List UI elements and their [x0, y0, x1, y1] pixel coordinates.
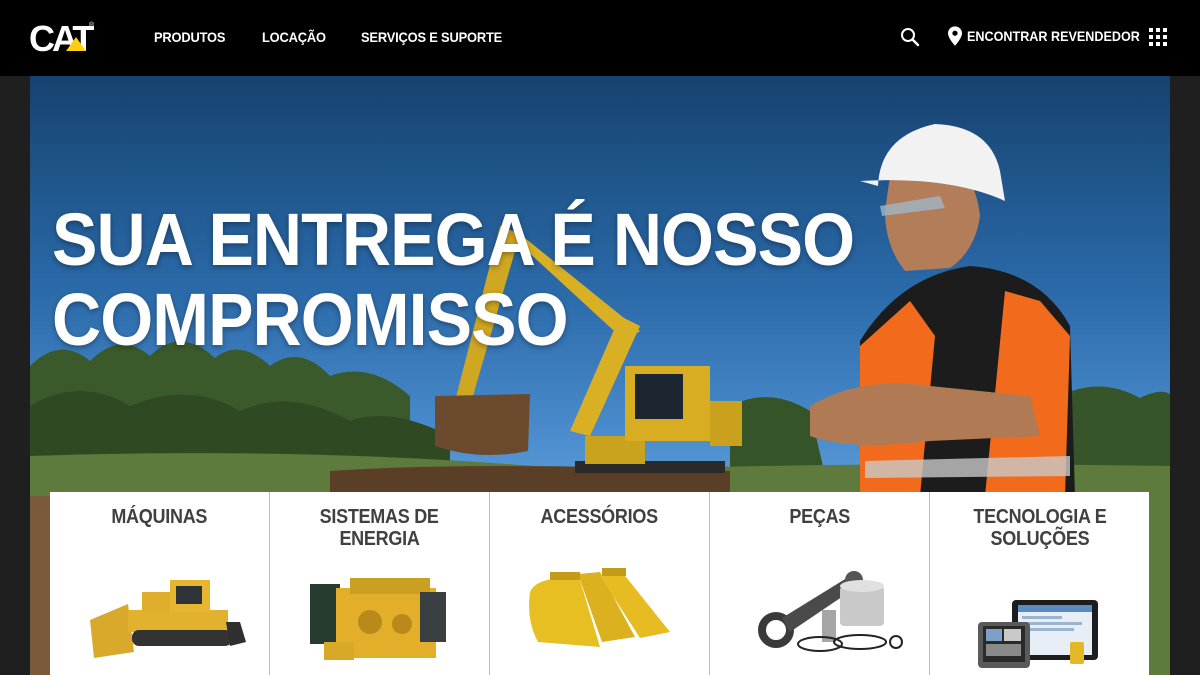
search-icon[interactable] [898, 25, 922, 49]
grid-icon[interactable] [1149, 28, 1167, 46]
bulldozer-image [90, 580, 246, 658]
find-dealer-label: ENCONTRAR REVENDEDOR [967, 28, 1140, 44]
category-card-acessorios[interactable]: ACESSÓRIOS [490, 492, 710, 675]
registered-mark: ® [89, 21, 95, 29]
hero-headline-line-2: COMPROMISSO [52, 278, 569, 361]
map-pin-icon [948, 26, 962, 46]
main-nav: PRODUTOS LOCAÇÃO SERVIÇOS E SUPORTE [154, 29, 514, 45]
hero-headline-line-1: SUA ENTREGA É NOSSO [52, 198, 855, 281]
nav-item-produtos[interactable]: PRODUTOS [154, 29, 225, 45]
piston-image [758, 571, 903, 652]
hero-headline: SUA ENTREGA É NOSSO COMPROMISSO [52, 200, 872, 360]
cat-logo[interactable]: CAT ® [29, 17, 97, 57]
nav-item-locacao[interactable]: LOCAÇÃO [262, 29, 326, 45]
tablets-image [978, 600, 1098, 668]
nav-item-servicos-e-suporte[interactable]: SERVIÇOS E SUPORTE [361, 29, 502, 45]
category-cards: MÁQUINAS SISTEMAS DEENERGIA ACESSÓRIOS [50, 492, 1149, 675]
buckets-image [529, 568, 670, 647]
category-card-pecas[interactable]: PEÇAS [710, 492, 930, 675]
top-navigation-bar: CAT ® PRODUTOS LOCAÇÃO SERVIÇOS E SUPORT… [0, 0, 1200, 76]
category-card-sistemas-de-energia[interactable]: SISTEMAS DE ENERGIA [270, 492, 490, 675]
find-dealer-link[interactable]: ENCONTRAR REVENDEDOR [948, 26, 1159, 46]
category-card-maquinas[interactable]: MÁQUINAS [50, 492, 270, 675]
category-card-tecnologia-e-solucoes[interactable]: TECNOLOGIA E SOLUÇÕES [930, 492, 1149, 675]
engine-image [310, 578, 446, 660]
excavator-bucket [435, 394, 530, 455]
logo-text: CAT [29, 18, 94, 57]
